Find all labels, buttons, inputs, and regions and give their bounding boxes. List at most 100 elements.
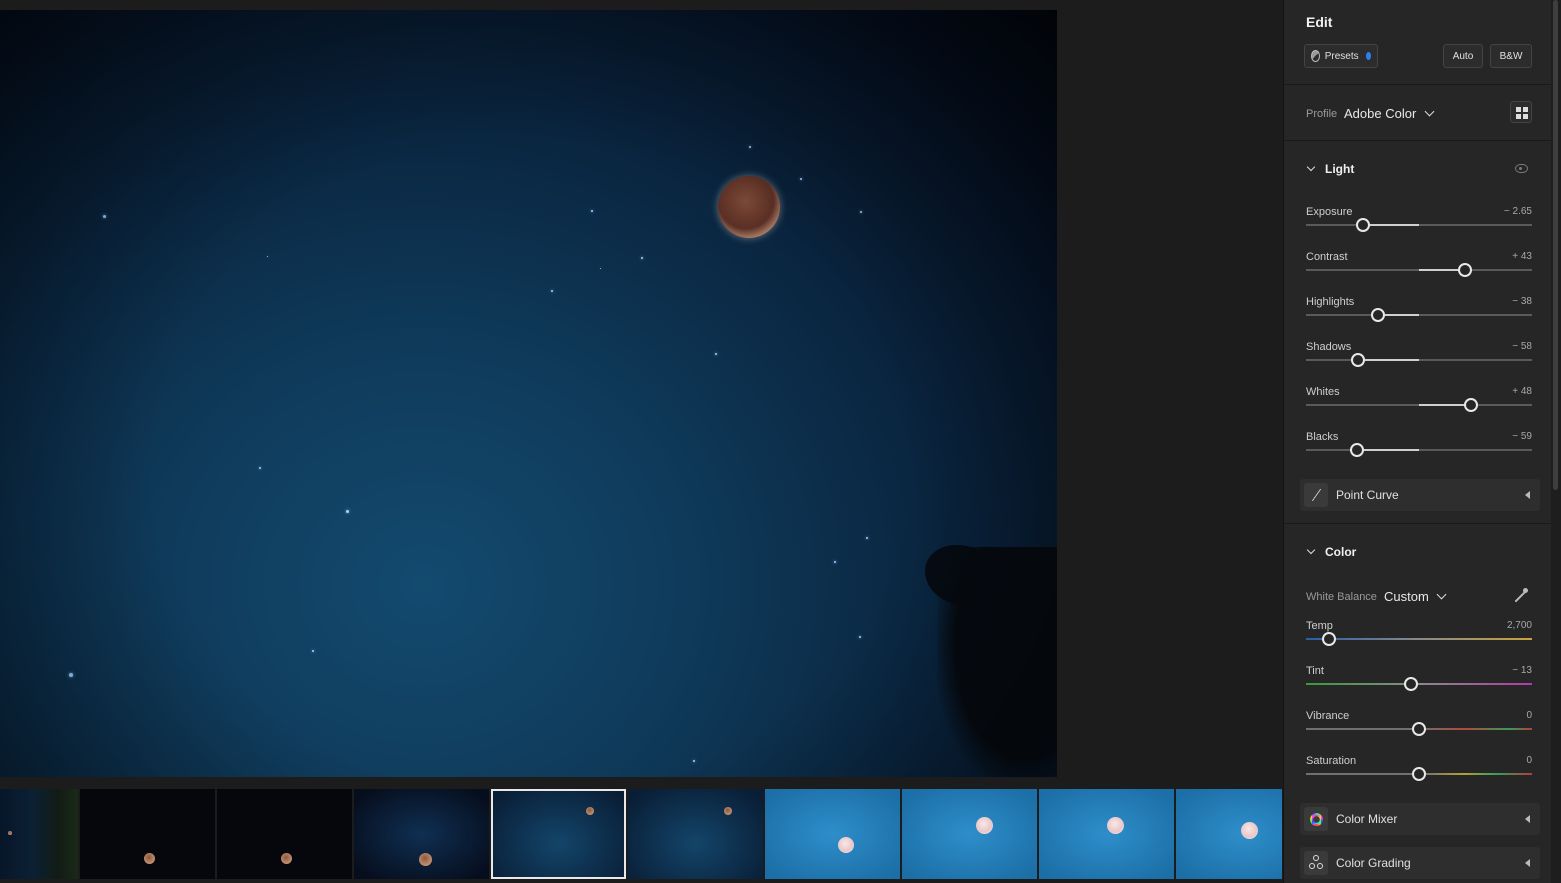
vibrance-slider[interactable]: Vibrance 0 — [1306, 710, 1532, 750]
slider-knob[interactable] — [1371, 308, 1386, 322]
thumb-moon — [144, 853, 155, 864]
slider-knob[interactable] — [1350, 353, 1365, 367]
slider-track[interactable] — [1306, 449, 1532, 451]
white-balance-label: White Balance — [1306, 591, 1377, 603]
filmstrip-thumb[interactable] — [0, 789, 78, 879]
slider-knob[interactable] — [1355, 218, 1370, 232]
slider-knob[interactable] — [1463, 398, 1478, 412]
slider-value[interactable]: − 59 — [1512, 431, 1532, 442]
blacks-slider[interactable]: Blacks − 59 — [1306, 431, 1532, 471]
filmstrip — [0, 789, 1282, 879]
slider-fill — [1362, 224, 1419, 226]
slider-knob[interactable] — [1349, 443, 1364, 457]
photo-canvas-area — [0, 0, 1282, 883]
slider-label: Temp — [1306, 620, 1333, 632]
presets-indicator-dot — [1365, 52, 1371, 60]
highlights-slider[interactable]: Highlights − 38 — [1306, 296, 1532, 336]
profile-browser-icon[interactable] — [1510, 101, 1532, 123]
thumb-moon — [586, 807, 594, 815]
presets-icon — [1311, 50, 1320, 62]
tint-slider[interactable]: Tint − 13 — [1306, 665, 1532, 705]
filmstrip-thumb[interactable] — [354, 789, 489, 879]
shadows-slider[interactable]: Shadows − 58 — [1306, 341, 1532, 381]
color-mixer-icon — [1304, 807, 1328, 831]
slider-knob[interactable] — [1412, 767, 1426, 781]
light-section-title[interactable]: Light — [1325, 162, 1354, 176]
slider-knob[interactable] — [1412, 722, 1426, 736]
whites-slider[interactable]: Whites + 48 — [1306, 386, 1532, 426]
slider-value[interactable]: + 43 — [1512, 251, 1532, 262]
presets-button[interactable]: Presets — [1304, 44, 1378, 68]
point-curve-section[interactable]: Point Curve — [1300, 479, 1540, 511]
color-mixer-label: Color Mixer — [1336, 812, 1398, 826]
auto-button[interactable]: Auto — [1443, 44, 1483, 68]
chevron-down-icon[interactable] — [1424, 106, 1435, 117]
filmstrip-thumb-selected[interactable] — [491, 789, 626, 879]
slider-value[interactable]: 0 — [1526, 710, 1532, 721]
filmstrip-thumb[interactable] — [628, 789, 763, 879]
thumb-moon — [976, 817, 993, 834]
chevron-down-icon[interactable] — [1436, 589, 1447, 600]
eyedropper-icon[interactable] — [1513, 588, 1529, 604]
slider-track[interactable] — [1306, 359, 1532, 361]
filmstrip-thumb[interactable] — [902, 789, 1037, 879]
filmstrip-thumb[interactable] — [765, 789, 900, 879]
main-photo[interactable] — [0, 10, 1057, 777]
thumb-moon — [724, 807, 732, 815]
slider-fill — [1356, 449, 1419, 451]
eye-icon[interactable] — [1515, 164, 1528, 173]
photo-vignette — [0, 10, 1057, 777]
temp-slider[interactable]: Temp 2,700 — [1306, 620, 1532, 660]
thumb-moon — [419, 853, 432, 866]
color-grading-label: Color Grading — [1336, 856, 1411, 870]
slider-label: Blacks — [1306, 431, 1339, 443]
slider-value[interactable]: − 58 — [1512, 341, 1532, 352]
color-grading-icon — [1304, 851, 1328, 875]
slider-value[interactable]: 2,700 — [1507, 620, 1532, 631]
divider — [1284, 140, 1552, 141]
panel-title: Edit — [1306, 14, 1333, 30]
filmstrip-thumb[interactable] — [80, 789, 215, 879]
slider-label: Exposure — [1306, 206, 1353, 218]
slider-value[interactable]: 0 — [1526, 755, 1532, 766]
slider-label: Whites — [1306, 386, 1340, 398]
thumb-moon — [1241, 822, 1258, 839]
slider-value[interactable]: − 38 — [1512, 296, 1532, 307]
filmstrip-thumb[interactable] — [217, 789, 352, 879]
color-section-title[interactable]: Color — [1325, 545, 1356, 559]
point-curve-label: Point Curve — [1336, 488, 1399, 502]
expand-caret-icon — [1525, 815, 1530, 823]
slider-knob[interactable] — [1458, 263, 1473, 277]
saturation-slider[interactable]: Saturation 0 — [1306, 755, 1532, 795]
bw-button[interactable]: B&W — [1490, 44, 1532, 68]
app-window: Edit Presets Auto B&W Profile Adobe Colo… — [0, 0, 1561, 883]
filmstrip-thumb[interactable] — [1039, 789, 1174, 879]
white-balance-dropdown[interactable]: Custom — [1384, 589, 1429, 604]
slider-label: Highlights — [1306, 296, 1355, 308]
slider-knob[interactable] — [1321, 632, 1336, 646]
panel-scrollbar[interactable] — [1551, 0, 1561, 883]
slider-track[interactable] — [1306, 224, 1532, 226]
slider-label: Saturation — [1306, 755, 1357, 767]
slider-value[interactable]: − 13 — [1512, 665, 1532, 676]
exposure-slider[interactable]: Exposure − 2.65 — [1306, 206, 1532, 246]
slider-value[interactable]: − 2.65 — [1504, 206, 1532, 217]
slider-track[interactable] — [1306, 638, 1532, 640]
edit-panel: Edit Presets Auto B&W Profile Adobe Colo… — [1283, 0, 1561, 883]
color-mixer-section[interactable]: Color Mixer — [1300, 803, 1540, 835]
thumb-moon — [1107, 817, 1124, 834]
scrollbar-thumb[interactable] — [1553, 0, 1558, 490]
contrast-slider[interactable]: Contrast + 43 — [1306, 251, 1532, 291]
slider-track[interactable] — [1306, 683, 1532, 685]
slider-knob[interactable] — [1404, 677, 1419, 691]
slider-track[interactable] — [1306, 314, 1532, 316]
profile-dropdown[interactable]: Adobe Color — [1344, 106, 1416, 121]
color-collapse-chevron-icon[interactable] — [1306, 545, 1316, 555]
divider — [1284, 84, 1552, 85]
slider-label: Vibrance — [1306, 710, 1350, 722]
slider-value[interactable]: + 48 — [1512, 386, 1532, 397]
slider-label: Contrast — [1306, 251, 1348, 263]
color-grading-section[interactable]: Color Grading — [1300, 847, 1540, 879]
light-collapse-chevron-icon[interactable] — [1306, 162, 1316, 172]
filmstrip-thumb[interactable] — [1176, 789, 1282, 879]
